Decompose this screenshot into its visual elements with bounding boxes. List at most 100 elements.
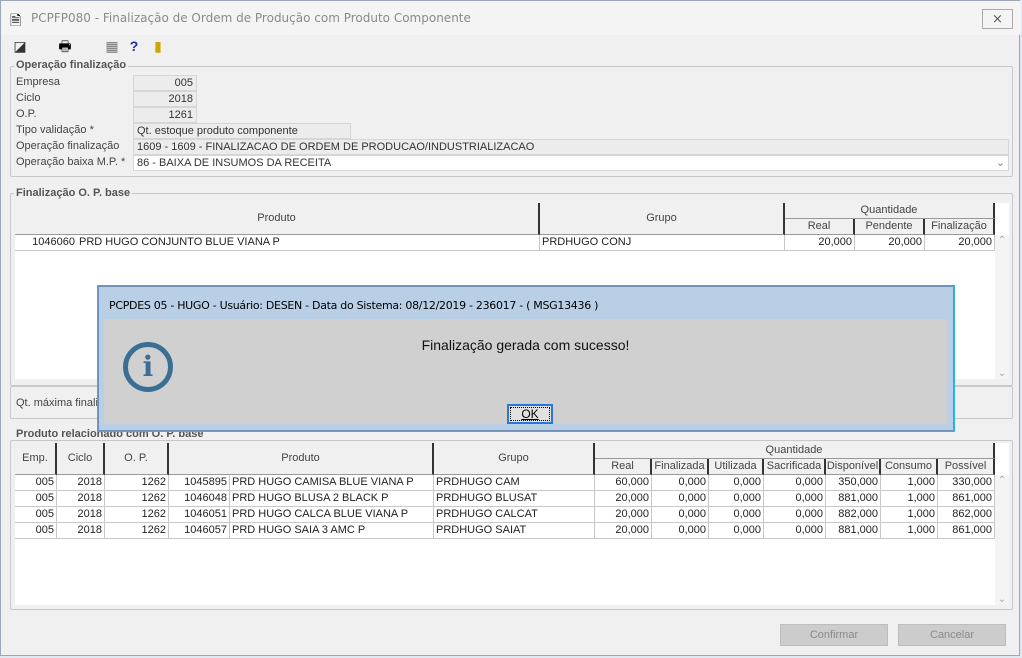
print-icon[interactable]: 🖶	[56, 37, 74, 55]
col-grupo[interactable]: Grupo	[540, 203, 785, 235]
exit-door-icon[interactable]: ▮	[149, 37, 167, 55]
real-cell: 20,000	[595, 507, 652, 523]
related-table: Emp. Ciclo O. P. Produto Grupo Quantidade Real…	[15, 443, 1009, 605]
grupo-cell: PRDHUGO CALCAT	[434, 507, 595, 523]
col-real[interactable]: Real	[785, 219, 855, 235]
tipo-validacao-label: Tipo validação *	[16, 124, 94, 136]
operacao-baixa-label: Operação baixa M.P. *	[16, 156, 126, 168]
possivel-cell: 330,000	[938, 475, 995, 491]
emp-cell: 005	[15, 507, 57, 523]
operacao-finalizacao-field[interactable]: 1609 - 1609 - FINALIZACAO DE ORDEM DE PR…	[133, 139, 1009, 155]
ciclo-field[interactable]: 2018	[133, 91, 197, 107]
col-quantidade: Quantidade	[785, 203, 995, 219]
ciclo-cell: 2018	[57, 475, 105, 491]
possivel-cell: 861,000	[938, 491, 995, 507]
scrollbar[interactable]: ⌃ ⌄	[995, 235, 1009, 379]
real-cell: 20,000	[595, 491, 652, 507]
grupo-cell: PRDHUGO BLUSAT	[434, 491, 595, 507]
ciclo-cell: 2018	[57, 507, 105, 523]
pendente-cell: 20,000	[855, 235, 925, 251]
op-cell: 1262	[105, 491, 169, 507]
utilizada-cell: 0,000	[709, 523, 764, 539]
col-op[interactable]: O. P.	[105, 443, 169, 475]
empresa-label: Empresa	[16, 76, 61, 88]
window-title: PCPFP080 - Finalização de Ordem de Produ…	[31, 11, 471, 25]
operacao-baixa-select[interactable]: 86 - BAIXA DE INSUMOS DA RECEITA ⌄	[133, 155, 1009, 171]
finalizada-cell: 0,000	[652, 523, 709, 539]
qt-maxima-label: Qt. máxima finaliz	[16, 397, 104, 409]
scroll-down-icon[interactable]: ⌄	[995, 368, 1009, 379]
col-utilizada[interactable]: Utilizada	[709, 459, 764, 475]
help-icon[interactable]: ?	[125, 37, 143, 55]
real-cell: 60,000	[595, 475, 652, 491]
col-ciclo[interactable]: Ciclo	[57, 443, 105, 475]
cancelar-button[interactable]: Cancelar	[898, 624, 1006, 646]
title-bar: 🗎 PCPFP080 - Finalização de Ordem de Pro…	[1, 1, 1021, 35]
operacao-finalizacao-label: Operação finalização	[16, 140, 120, 152]
col-possivel[interactable]: Possível	[938, 459, 995, 475]
dialog-body: i Finalização gerada com sucesso! OK	[104, 319, 947, 424]
col-consumo[interactable]: Consumo	[881, 459, 938, 475]
consumo-cell: 1,000	[881, 507, 938, 523]
col-real[interactable]: Real	[595, 459, 652, 475]
scroll-up-icon[interactable]: ⌃	[995, 475, 1009, 486]
col-disponivel[interactable]: Disponível	[826, 459, 881, 475]
codigo-cell: 1046048	[169, 491, 230, 507]
produto-cell: PRD HUGO BLUSA 2 BLACK P	[230, 491, 434, 507]
col-sacrificada[interactable]: Sacrificada	[764, 459, 826, 475]
real-cell: 20,000	[785, 235, 855, 251]
emp-cell: 005	[15, 523, 57, 539]
scroll-up-icon[interactable]: ⌃	[995, 235, 1009, 246]
emp-cell: 005	[15, 491, 57, 507]
col-grupo[interactable]: Grupo	[434, 443, 595, 475]
sacrificada-cell: 0,000	[764, 475, 826, 491]
finalizada-cell: 0,000	[652, 475, 709, 491]
produto-cell: PRD HUGO SAIA 3 AMC P	[230, 523, 434, 539]
sacrificada-cell: 0,000	[764, 491, 826, 507]
export-icon[interactable]: ◪	[11, 37, 29, 55]
col-finalizacao[interactable]: Finalização	[925, 219, 995, 235]
tipo-validacao-field[interactable]: Qt. estoque produto componente	[133, 123, 351, 139]
sacrificada-cell: 0,000	[764, 523, 826, 539]
grupo-cell: PRDHUGO CAM	[434, 475, 595, 491]
confirmar-button[interactable]: Confirmar	[780, 624, 888, 646]
col-produto[interactable]: Produto	[15, 203, 540, 235]
scroll-down-icon[interactable]: ⌄	[995, 594, 1009, 605]
dialog-message: Finalização gerada com sucesso!	[421, 337, 630, 353]
calendar-icon[interactable]: ▦	[103, 37, 121, 55]
op-field[interactable]: 1261	[133, 107, 197, 123]
produto-cell: PRD HUGO CONJUNTO BLUE VIANA P	[77, 235, 540, 251]
finalizada-cell: 0,000	[652, 491, 709, 507]
possivel-cell: 861,000	[938, 523, 995, 539]
ciclo-cell: 2018	[57, 523, 105, 539]
document-icon: 🗎	[10, 12, 22, 28]
disponivel-cell: 882,000	[826, 507, 881, 523]
empresa-field[interactable]: 005	[133, 75, 197, 91]
op-label: O.P.	[16, 108, 37, 120]
finalizada-cell: 0,000	[652, 507, 709, 523]
consumo-cell: 1,000	[881, 523, 938, 539]
consumo-cell: 1,000	[881, 475, 938, 491]
disponivel-cell: 881,000	[826, 523, 881, 539]
operacao-baixa-value: 86 - BAIXA DE INSUMOS DA RECEITA	[137, 157, 332, 169]
scrollbar[interactable]: ⌃ ⌄	[995, 475, 1009, 605]
col-produto[interactable]: Produto	[169, 443, 434, 475]
codigo-cell: 1045895	[169, 475, 230, 491]
base-legend: Finalização O. P. base	[14, 187, 133, 199]
col-quantidade: Quantidade	[595, 443, 995, 459]
ciclo-cell: 2018	[57, 491, 105, 507]
consumo-cell: 1,000	[881, 491, 938, 507]
sacrificada-cell: 0,000	[764, 507, 826, 523]
close-button[interactable]: ⨯	[982, 9, 1013, 29]
produto-cell: PRD HUGO CAMISA BLUE VIANA P	[230, 475, 434, 491]
col-finalizada[interactable]: Finalizada	[652, 459, 709, 475]
chevron-down-icon[interactable]: ⌄	[996, 156, 1005, 170]
col-emp[interactable]: Emp.	[15, 443, 57, 475]
grupo-cell: PRDHUGO CONJ	[540, 235, 785, 251]
ciclo-label: Ciclo	[16, 92, 41, 104]
col-pendente[interactable]: Pendente	[855, 219, 925, 235]
utilizada-cell: 0,000	[709, 507, 764, 523]
ok-button[interactable]: OK	[507, 404, 553, 424]
codigo-cell: 1046060	[15, 235, 77, 251]
op-cell: 1262	[105, 523, 169, 539]
